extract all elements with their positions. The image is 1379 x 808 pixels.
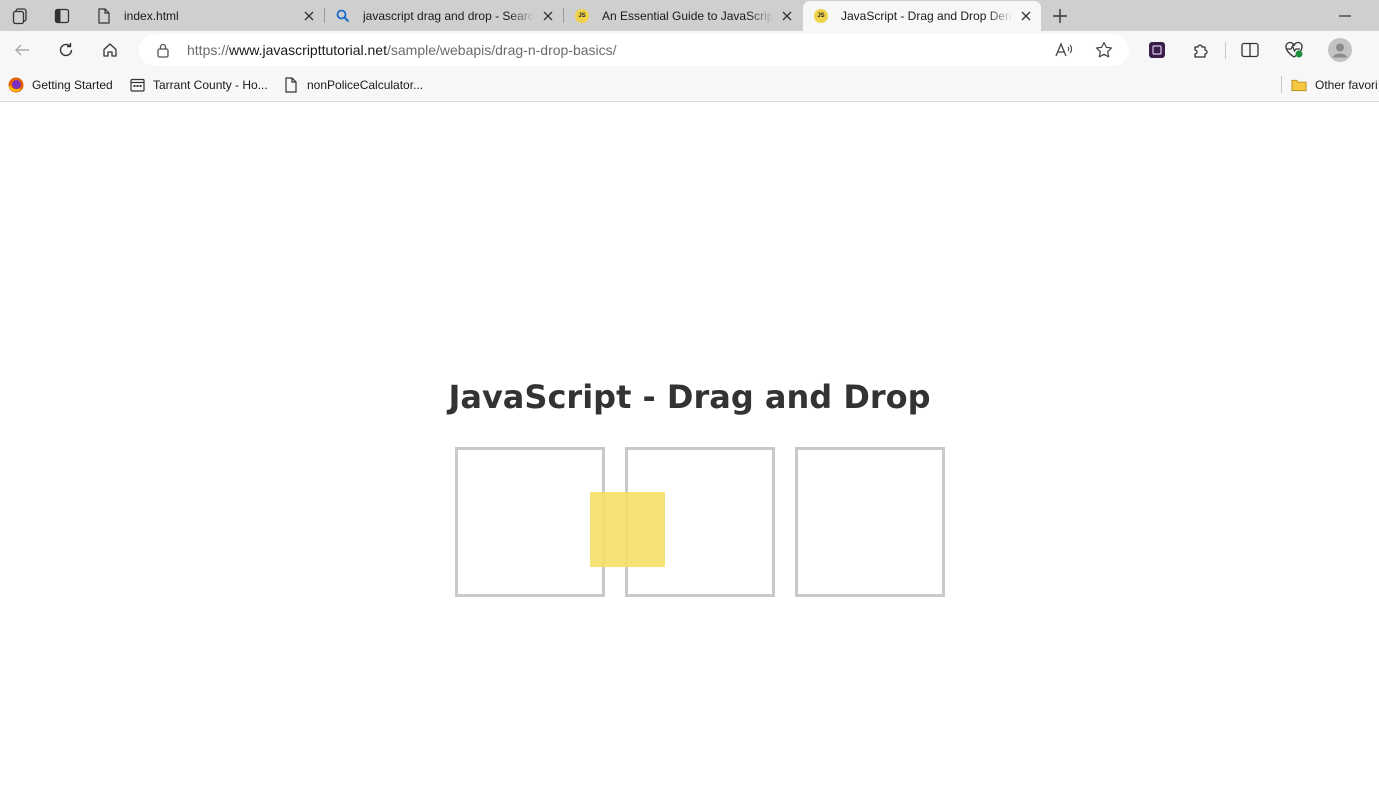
favorite-star-icon[interactable] [1094, 40, 1114, 60]
puzzle-icon [1194, 44, 1208, 58]
bookmark-calculator[interactable]: nonPoliceCalculator... [283, 75, 423, 95]
other-favorites-folder[interactable]: Other favori [1291, 75, 1379, 95]
browser-essentials-button[interactable] [1280, 36, 1308, 64]
close-tab-icon[interactable] [300, 7, 318, 25]
file-icon [283, 77, 299, 93]
close-tab-icon[interactable] [1017, 7, 1035, 25]
profile-button[interactable] [1326, 36, 1354, 64]
home-button[interactable] [96, 36, 124, 64]
close-tab-icon[interactable] [539, 7, 557, 25]
tab-title: An Essential Guide to JavaScript Drag an… [602, 8, 774, 23]
minimize-window-button[interactable] [1330, 3, 1360, 28]
workspaces-button[interactable] [5, 3, 35, 28]
drop-target-box[interactable] [455, 447, 605, 597]
refresh-icon [59, 43, 73, 57]
browser-toolbar: https://www.javascripttutorial.net/sampl… [0, 31, 1379, 69]
extension-button[interactable] [1143, 36, 1171, 64]
tab-search[interactable]: javascript drag and drop - Search [325, 1, 563, 30]
plus-icon [1053, 8, 1067, 23]
heart-pulse-icon [1285, 41, 1303, 58]
js-badge-icon: JS [813, 8, 829, 24]
bookmark-label: Getting Started [32, 78, 113, 92]
bookmark-label: nonPoliceCalculator... [307, 78, 424, 92]
file-icon [96, 7, 112, 24]
tab-title: JavaScript - Drag and Drop Demo [841, 9, 1013, 23]
calendar-icon [129, 77, 145, 93]
draggable-item[interactable] [590, 492, 665, 567]
extension-app-icon [1149, 42, 1165, 58]
tab-actions-button[interactable] [47, 3, 77, 28]
split-screen-button[interactable] [1236, 36, 1264, 64]
arrow-left-icon [15, 44, 29, 56]
drop-target-box[interactable] [795, 447, 945, 597]
bookmarks-separator [1281, 76, 1282, 93]
folder-icon [1291, 77, 1307, 93]
home-icon [103, 43, 117, 57]
close-tab-icon[interactable] [778, 7, 796, 25]
bookmark-getting-started[interactable]: Getting Started [8, 75, 113, 95]
new-tab-button[interactable] [1045, 3, 1075, 28]
refresh-button[interactable] [52, 36, 80, 64]
favorites-bar: Getting Started Tarrant County - Ho... n… [0, 69, 1379, 102]
tab-title: index.html [124, 8, 179, 23]
tab-drag-drop-demo[interactable]: JS JavaScript - Drag and Drop Demo [803, 1, 1041, 31]
vertical-tabs-icon [54, 8, 70, 23]
bookmark-label: Other favori [1315, 78, 1378, 92]
minimize-icon [1339, 14, 1351, 17]
workspaces-icon [12, 7, 27, 24]
toolbar-separator [1225, 42, 1226, 59]
bookmark-tarrant-county[interactable]: Tarrant County - Ho... [129, 75, 268, 95]
extensions-button[interactable] [1187, 36, 1215, 64]
js-badge-icon: JS [574, 8, 590, 24]
address-bar[interactable]: https://www.javascripttutorial.net/sampl… [139, 34, 1129, 66]
lock-icon[interactable] [156, 42, 170, 58]
avatar-icon [1328, 38, 1352, 62]
split-screen-icon [1241, 42, 1259, 58]
read-aloud-icon[interactable] [1054, 40, 1074, 60]
url-text[interactable]: https://www.javascripttutorial.net/sampl… [187, 42, 617, 58]
back-button[interactable] [8, 36, 36, 64]
page-title: JavaScript - Drag and Drop [448, 378, 931, 416]
tab-index-html[interactable]: index.html [86, 1, 324, 30]
bookmark-label: Tarrant County - Ho... [153, 78, 268, 92]
tab-title: javascript drag and drop - Search [363, 8, 535, 23]
search-icon [335, 8, 351, 24]
tab-essential-guide[interactable]: JS An Essential Guide to JavaScript Drag… [564, 1, 802, 30]
firefox-icon [8, 77, 24, 93]
tab-strip: index.html javascript drag and drop - Se… [0, 0, 1379, 31]
